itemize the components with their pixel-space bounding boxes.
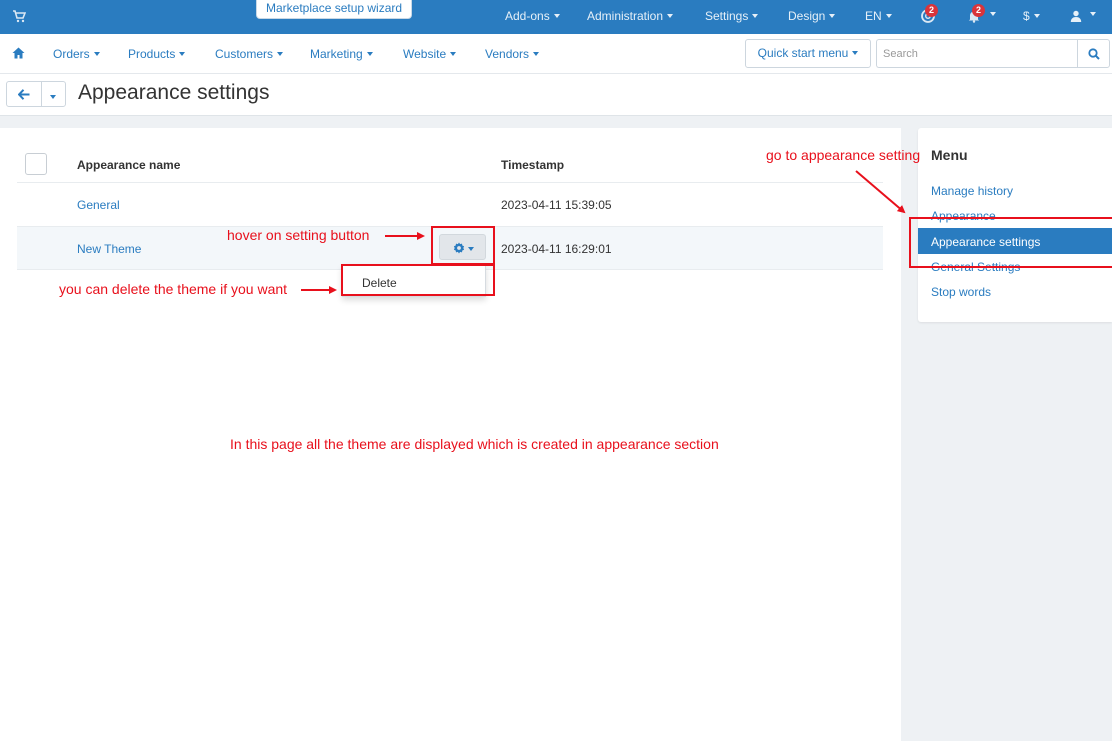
language-menu[interactable]: EN [865, 9, 892, 23]
chevron-down-icon [533, 51, 540, 56]
chevron-down-icon[interactable] [990, 12, 996, 16]
chevron-down-icon [277, 51, 284, 56]
nav-item-label: Customers [215, 47, 274, 61]
sidebar-item-manage-history[interactable]: Manage history [931, 184, 1013, 198]
chevron-down-icon [752, 13, 759, 18]
annotation-hover-setting-button: hover on setting button [227, 227, 370, 243]
nav-item-customers[interactable]: Customers [215, 47, 284, 61]
nav-item-label: Vendors [485, 47, 530, 61]
chevron-down-icon [366, 51, 373, 56]
highlight-box-delete [341, 264, 495, 296]
administration-menu-label: Administration [587, 9, 664, 23]
appearance-link-new-theme[interactable]: New Theme [77, 242, 141, 256]
notifications-badge: 2 [972, 4, 985, 17]
appearance-link-general[interactable]: General [77, 198, 120, 212]
nav-item-orders[interactable]: Orders [53, 47, 100, 61]
search-icon [1088, 48, 1100, 60]
sidebar-item-stop-words[interactable]: Stop words [931, 285, 991, 299]
search-input[interactable] [876, 39, 1078, 68]
cart-icon[interactable] [12, 9, 26, 23]
language-menu-label: EN [865, 9, 882, 23]
home-icon[interactable] [12, 47, 25, 59]
nav-item-website[interactable]: Website [403, 47, 457, 61]
chevron-down-icon [179, 51, 186, 56]
quick-start-label: Quick start menu [757, 46, 849, 60]
nav-item-marketing[interactable]: Marketing [310, 47, 373, 61]
content-area [0, 128, 901, 741]
chevron-down-icon [553, 13, 560, 18]
settings-menu-label: Settings [705, 9, 749, 23]
annotation-go-to-appearance-setting: go to appearance setting [766, 147, 921, 163]
back-dropdown-toggle[interactable] [41, 81, 66, 107]
chevron-down-icon [1033, 13, 1040, 18]
page-title: Appearance settings [78, 81, 270, 104]
sidebar-title: Menu [931, 147, 968, 163]
settings-menu[interactable]: Settings [705, 9, 759, 23]
column-header-name[interactable]: Appearance name [77, 158, 180, 172]
user-icon[interactable] [1070, 10, 1082, 22]
main-nav: Orders Products Customers Marketing Webs… [0, 34, 1112, 74]
chevron-down-icon[interactable] [1090, 12, 1096, 16]
design-menu[interactable]: Design [788, 9, 836, 23]
arrow-left-icon [18, 89, 30, 100]
nav-item-products[interactable]: Products [128, 47, 186, 61]
chevron-down-icon [667, 13, 674, 18]
nav-item-label: Marketing [310, 47, 363, 61]
addons-menu-label: Add-ons [505, 9, 550, 23]
quick-start-menu-button[interactable]: Quick start menu [745, 39, 871, 68]
annotation-delete-theme: you can delete the theme if you want [59, 281, 288, 297]
title-bar: Appearance settings [0, 74, 1112, 116]
chevron-down-icon [50, 95, 56, 99]
highlight-box-sidebar [909, 217, 1112, 268]
nav-item-label: Products [128, 47, 176, 61]
marketplace-wizard-button[interactable]: Marketplace setup wizard [256, 0, 413, 19]
content-gutter [0, 116, 1112, 128]
help-badge: 2 [925, 4, 938, 17]
column-header-timestamp[interactable]: Timestamp [501, 158, 564, 172]
chevron-down-icon [450, 51, 457, 56]
row-divider [17, 182, 883, 183]
chevron-down-icon [93, 51, 100, 56]
search-button[interactable] [1077, 39, 1110, 68]
annotation-page-info: In this page all the theme are displayed… [230, 436, 719, 452]
chevron-down-icon [885, 13, 892, 18]
administration-menu[interactable]: Administration [587, 9, 674, 23]
design-menu-label: Design [788, 9, 826, 23]
nav-item-vendors[interactable]: Vendors [485, 47, 540, 61]
nav-item-label: Website [403, 47, 447, 61]
back-button[interactable] [6, 81, 42, 107]
timestamp-new-theme: 2023-04-11 16:29:01 [501, 242, 612, 256]
timestamp-general: 2023-04-11 15:39:05 [501, 198, 612, 212]
highlight-box-gear [431, 226, 495, 265]
top-bar: Marketplace setup wizard Add-ons Adminis… [0, 0, 1112, 34]
currency-menu[interactable]: $ [1023, 9, 1040, 23]
chevron-down-icon [829, 13, 836, 18]
nav-item-label: Orders [53, 47, 90, 61]
chevron-down-icon [852, 50, 859, 55]
addons-menu[interactable]: Add-ons [505, 9, 560, 23]
currency-menu-label: $ [1023, 9, 1030, 23]
select-all-checkbox[interactable] [25, 153, 47, 175]
